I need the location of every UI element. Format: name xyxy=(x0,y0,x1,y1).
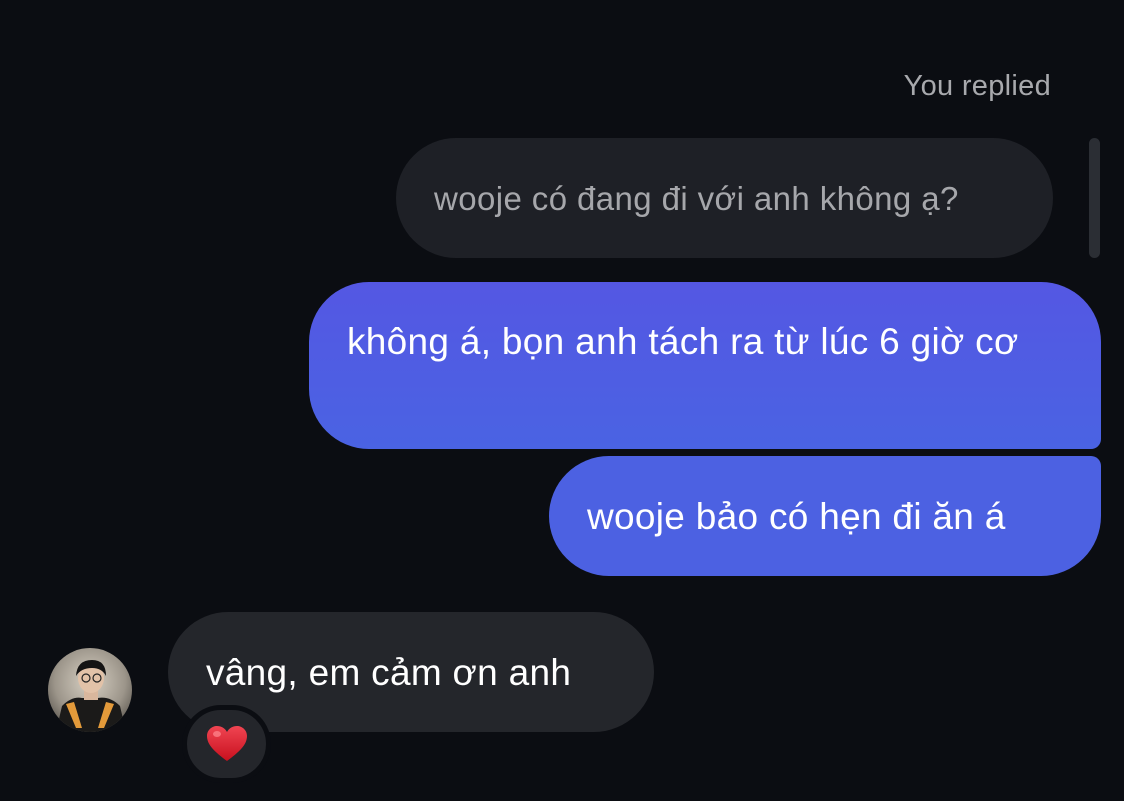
replied-label: You replied xyxy=(903,70,1051,102)
heart-icon xyxy=(206,726,247,761)
scrollbar[interactable] xyxy=(1089,138,1100,258)
quoted-message-text: wooje có đang đi với anh không ạ? xyxy=(434,179,959,217)
reaction-badge[interactable] xyxy=(182,705,271,783)
sent-message-text: wooje bảo có hẹn đi ăn á xyxy=(587,495,1006,537)
sent-message[interactable]: wooje bảo có hẹn đi ăn á xyxy=(549,456,1101,576)
chat-thread: You replied wooje có đang đi với anh khô… xyxy=(0,0,1124,801)
quoted-message[interactable]: wooje có đang đi với anh không ạ? xyxy=(396,138,1053,258)
avatar[interactable] xyxy=(48,648,132,732)
avatar-image xyxy=(48,648,132,732)
sent-message-text: không á, bọn anh tách ra từ lúc 6 giờ cơ xyxy=(347,321,1019,362)
sent-message[interactable]: không á, bọn anh tách ra từ lúc 6 giờ cơ xyxy=(309,282,1101,449)
received-message-text: vâng, em cảm ơn anh xyxy=(206,651,572,693)
